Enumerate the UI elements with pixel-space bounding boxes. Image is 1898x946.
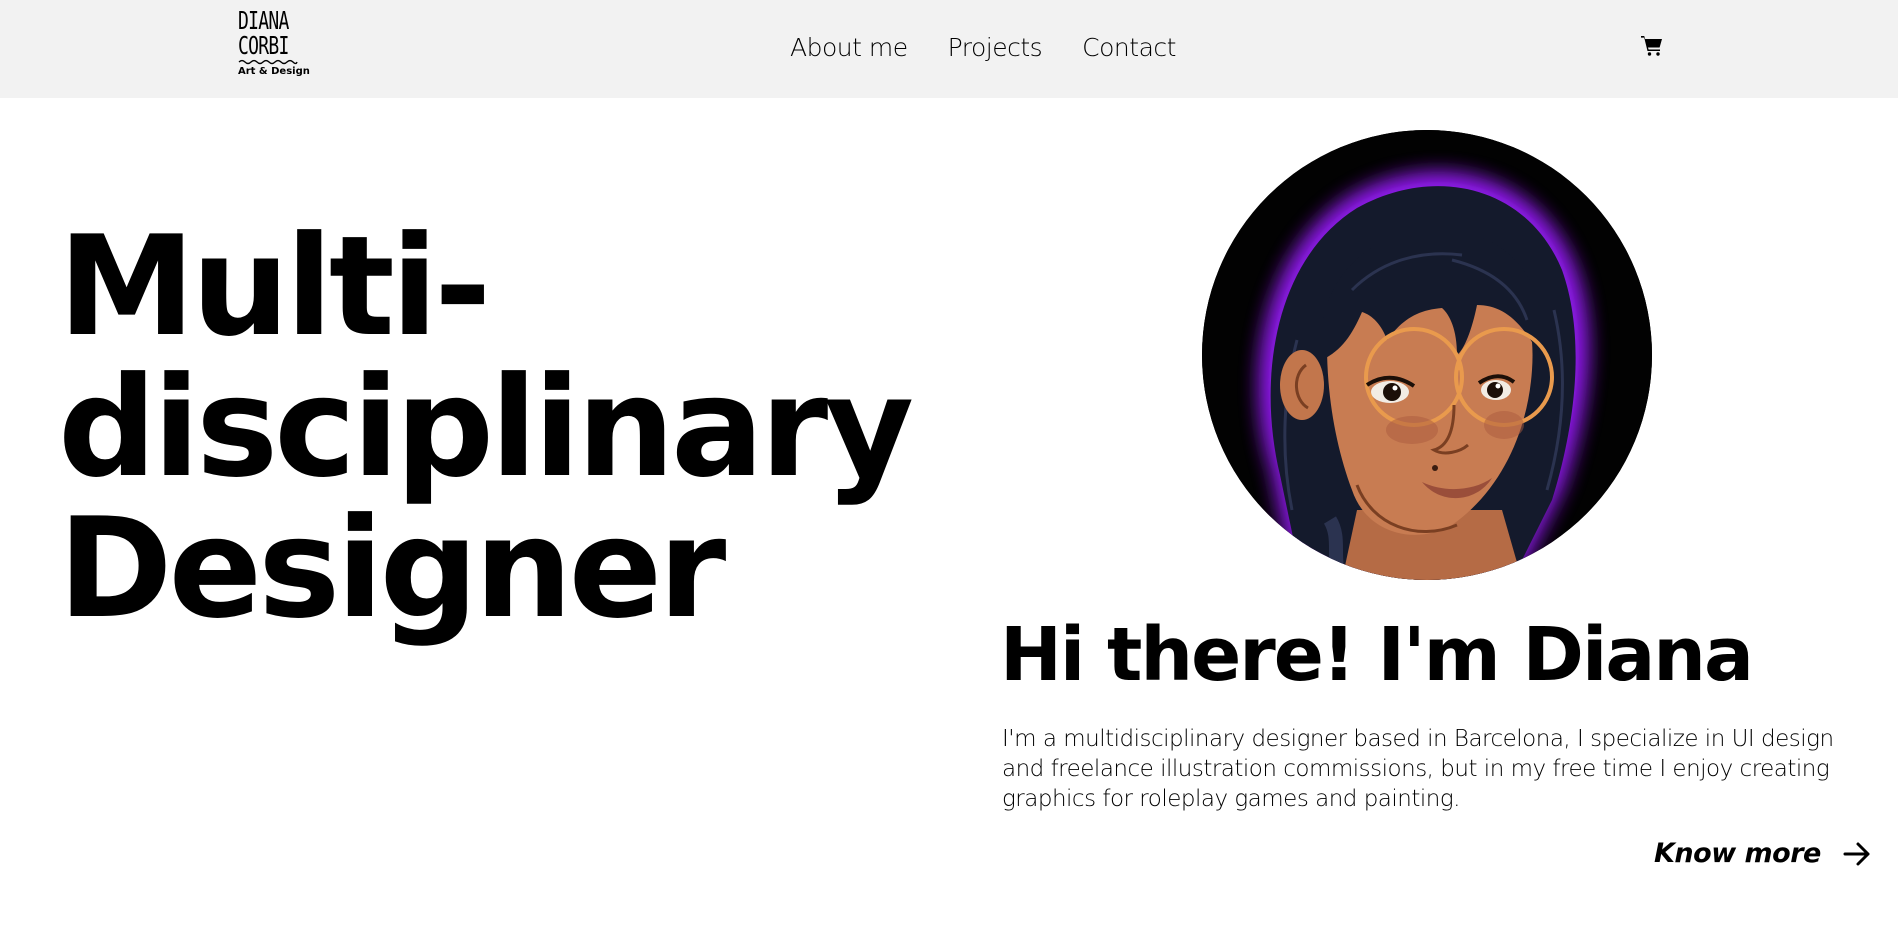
nav-link-contact[interactable]: Contact <box>1082 30 1176 66</box>
know-more-label: Know more <box>1654 838 1821 869</box>
logo-name-last: CORBI <box>238 31 289 60</box>
hero-title-line: Multi- <box>58 206 491 367</box>
main-nav: About me Projects Contact <box>790 30 1176 66</box>
intro-greeting: Hi there! I'm Diana <box>1000 612 1754 698</box>
avatar-illustration <box>1202 130 1652 580</box>
logo-tagline: Art & Design <box>238 66 310 77</box>
intro-bio: I'm a multidisciplinary designer based i… <box>1002 726 1834 812</box>
logo-name-first: DIANA <box>238 6 289 35</box>
hero-title-line: disciplinary <box>58 347 914 508</box>
hero-title: Multi- disciplinary Designer <box>58 206 914 649</box>
nav-link-projects[interactable]: Projects <box>948 30 1043 66</box>
site-header: DIANA CORBI Art & Design About me Projec… <box>0 0 1898 98</box>
hero-title-line: Designer <box>58 488 726 649</box>
nav-link-about-me[interactable]: About me <box>790 30 908 66</box>
avatar-portrait-image <box>1202 130 1652 580</box>
know-more-link[interactable]: Know more <box>1654 836 1871 872</box>
shopping-cart-icon[interactable] <box>1640 33 1664 57</box>
arrow-right-icon <box>1843 842 1870 866</box>
brand-logo[interactable]: DIANA CORBI Art & Design <box>238 6 310 84</box>
